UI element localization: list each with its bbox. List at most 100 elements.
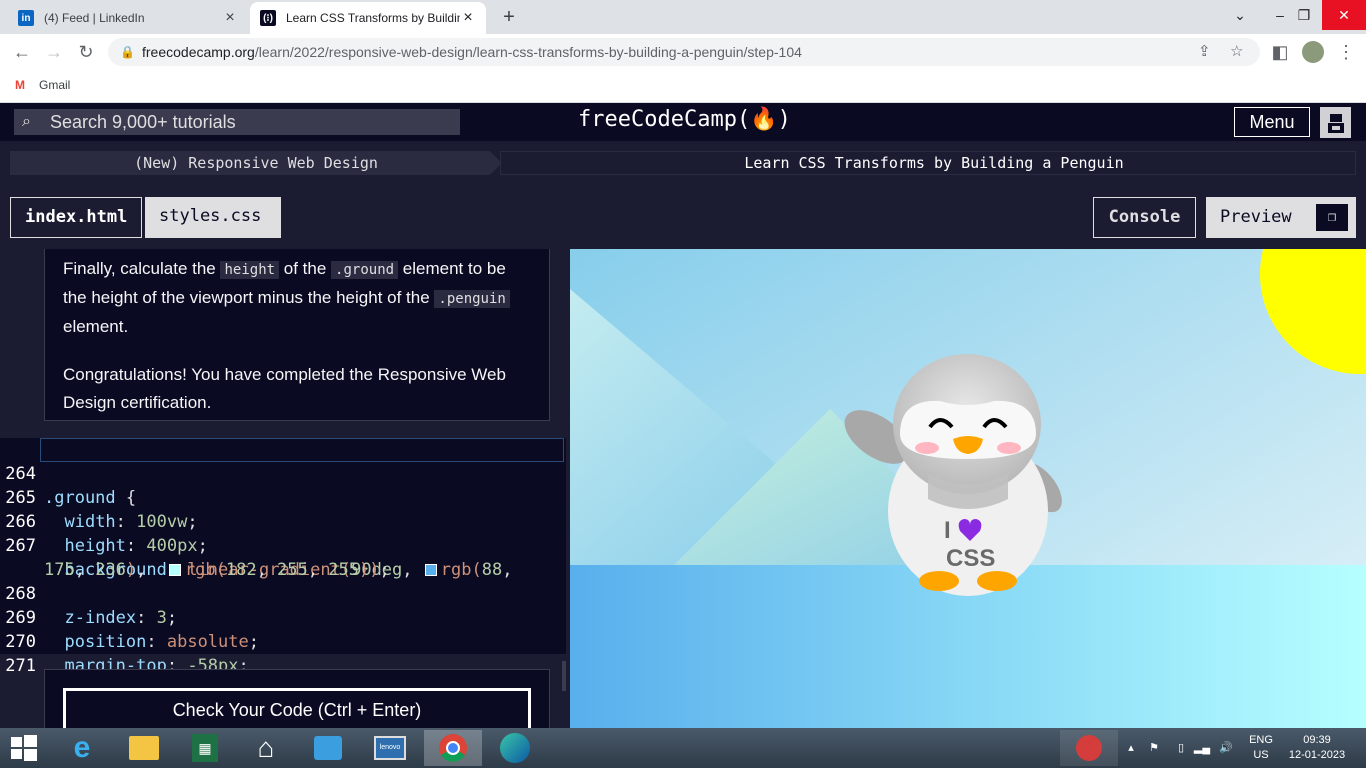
penguin-cheek-left (915, 442, 939, 454)
code-line[interactable]: 264 .ground { (0, 438, 136, 508)
code-line[interactable]: 266 height: 400px; (0, 486, 208, 556)
close-tab-icon[interactable]: × (222, 10, 238, 26)
preview-frame[interactable]: I CSS (570, 249, 1366, 728)
code-line[interactable]: 270 margin-top: -58px; (0, 606, 248, 676)
browser-tab-strip: in (4) Feed | LinkedIn × (⁝) Learn CSS T… (0, 0, 1366, 34)
lenovo-icon[interactable]: lenovo (370, 730, 410, 766)
chrome-icon[interactable] (424, 730, 482, 766)
region-label: US (1253, 749, 1269, 761)
breadcrumb-project[interactable]: Learn CSS Transforms by Building a Pengu… (500, 151, 1356, 175)
breadcrumb-certification[interactable]: (New) Responsive Web Design (10, 151, 502, 175)
battery-icon[interactable]: ▯ (1172, 728, 1190, 768)
store-icon[interactable] (308, 730, 348, 766)
more-menu-icon[interactable]: ⋮ (1336, 42, 1356, 62)
line-number: 271 (5, 656, 36, 676)
description-paragraph: Finally, calculate the height of the .gr… (63, 255, 531, 341)
profile-avatar[interactable] (1302, 41, 1324, 63)
signal-icon[interactable]: ▂▄ (1192, 728, 1212, 768)
editor-tabs-bar: index.html styles.css Console Preview ❐ (0, 185, 1366, 249)
check-code-panel: Check Your Code (Ctrl + Enter) (44, 669, 550, 728)
code-line[interactable]: 269 position: absolute; (0, 582, 259, 652)
penguin-foot-right (977, 571, 1017, 591)
close-window-button[interactable]: ✕ (1322, 0, 1366, 30)
code-text: height: 400px; (64, 536, 208, 556)
clock[interactable]: 09:39 12-01-2023 (1284, 728, 1350, 768)
text: of the (279, 259, 332, 278)
tab-freecodecamp[interactable]: (⁝) Learn CSS Transforms by Building × (250, 2, 486, 34)
search-input[interactable]: ⌕ Search 9,000+ tutorials (14, 109, 460, 135)
network-warning-icon[interactable]: ⚑ (1144, 728, 1164, 768)
penguin-text-css: CSS (946, 545, 995, 572)
excel-icon[interactable]: ▦ (185, 730, 225, 766)
clock-date: 12-01-2023 (1288, 749, 1346, 761)
tab-linkedin[interactable]: in (4) Feed | LinkedIn × (8, 2, 248, 34)
code-line[interactable]: 175, 236), rgb(182, 255, 255)); (0, 534, 390, 580)
penguin-cheek-right (997, 442, 1021, 454)
bookmarks-bar: M Gmail (0, 70, 1366, 103)
tab-title: Learn CSS Transforms by Building (286, 11, 460, 25)
lang-label: ENG (1249, 734, 1273, 746)
show-hidden-icons[interactable]: ▴ (1124, 728, 1138, 768)
tab-index-html[interactable]: index.html (10, 197, 143, 238)
penguin-foot-left (919, 571, 959, 591)
fcc-navbar: ⌕ Search 9,000+ tutorials freeCodeCamp(🔥… (0, 103, 1366, 141)
menu-button[interactable]: Menu (1234, 107, 1310, 137)
pane-resize-handle[interactable] (562, 661, 566, 691)
console-button[interactable]: Console (1093, 197, 1196, 238)
back-icon[interactable]: ← (12, 42, 32, 62)
new-tab-button[interactable]: + (498, 6, 520, 28)
close-tab-icon[interactable]: × (460, 10, 476, 26)
url-path: /learn/2022/responsive-web-design/learn-… (254, 44, 802, 60)
tab-styles-css[interactable]: styles.css (145, 197, 281, 238)
code-line[interactable]: 271 } (0, 630, 61, 700)
reload-icon[interactable]: ↻ (76, 42, 96, 62)
editor-pane: Finally, calculate the height of the .gr… (0, 249, 570, 728)
color-swatch[interactable] (168, 564, 181, 576)
url-host: freecodecamp.org (142, 44, 255, 60)
bookmark-gmail[interactable]: M Gmail (15, 78, 70, 92)
text: element. (63, 317, 129, 336)
edge-icon[interactable] (495, 730, 535, 766)
chrome-logo-icon (439, 734, 467, 762)
text: Finally, calculate the (63, 259, 221, 278)
language-indicator[interactable]: ENG US (1244, 728, 1278, 768)
bookmark-star-icon[interactable]: ☆ (1230, 38, 1243, 66)
bookmark-label: Gmail (39, 78, 71, 92)
search-icon: ⌕ (22, 113, 31, 130)
check-code-button[interactable]: Check Your Code (Ctrl + Enter) (63, 688, 531, 728)
volume-icon[interactable]: 🔊 (1216, 728, 1236, 768)
windows-start-icon[interactable] (4, 730, 44, 766)
tab-search-icon[interactable]: ⌄ (1218, 0, 1262, 30)
user-avatar[interactable] (1320, 107, 1351, 138)
code-editor[interactable]: 264 .ground { 265 width: 100vw; 266 heig… (0, 438, 566, 700)
preview-label: Preview (1220, 207, 1292, 227)
internet-explorer-icon[interactable]: e (62, 730, 102, 766)
share-icon[interactable]: ⇪ (1198, 38, 1211, 66)
address-bar[interactable]: 🔒 freecodecamp.org/learn/2022/responsive… (108, 38, 1260, 66)
code-line[interactable]: 268 z-index: 3; (0, 558, 177, 628)
maximize-button[interactable]: ❐ (1282, 0, 1326, 30)
color-swatch[interactable] (424, 564, 437, 576)
code-line[interactable]: 267 background: linear-gradient(90deg, r… (0, 510, 512, 580)
antivirus-tray-icon[interactable] (1060, 730, 1118, 766)
current-line-highlight (40, 438, 564, 462)
freecodecamp-icon: (⁝) (260, 10, 276, 26)
code-text: 175, 236), rgb(182, 255, 255)); (44, 560, 390, 580)
forward-icon[interactable]: → (44, 42, 64, 62)
fcc-logo[interactable]: freeCodeCamp(🔥) (578, 107, 791, 132)
preview-button[interactable]: Preview ❐ (1206, 197, 1356, 238)
user-avatar-icon (1327, 113, 1344, 133)
sidepanel-icon[interactable]: ◧ (1270, 42, 1290, 62)
windows-logo-icon (11, 735, 37, 761)
code-text: z-index: 3; (64, 608, 178, 628)
code-line[interactable]: 265 width: 100vw; (0, 462, 197, 532)
code-height: height (220, 261, 280, 279)
challenge-description: Finally, calculate the height of the .gr… (44, 249, 550, 421)
code-text: position: absolute; (64, 632, 259, 652)
browser-toolbar: ← → ↻ 🔒 freecodecamp.org/learn/2022/resp… (0, 34, 1366, 70)
popout-icon[interactable]: ❐ (1316, 204, 1348, 231)
windows-taskbar: e ▦ ⌂ lenovo ▴ ⚑ ▯ ▂▄ 🔊 ENG US 09:39 12-… (0, 728, 1366, 768)
file-explorer-icon[interactable] (124, 730, 164, 766)
home-icon[interactable]: ⌂ (246, 730, 286, 766)
lock-icon: 🔒 (120, 45, 135, 59)
